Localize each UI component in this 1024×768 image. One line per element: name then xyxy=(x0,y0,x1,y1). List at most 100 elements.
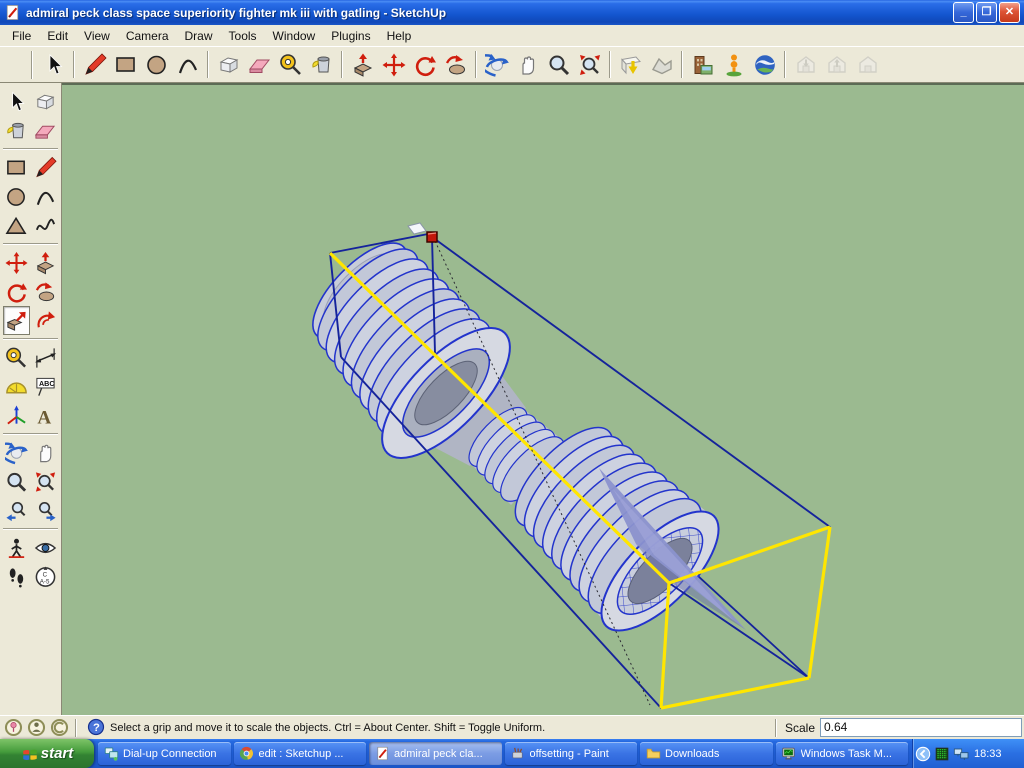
add-location-tool-button[interactable] xyxy=(616,50,645,79)
select-tool-button[interactable] xyxy=(39,50,68,79)
line-tool-button[interactable] xyxy=(32,153,59,182)
google-earth-tool-button[interactable] xyxy=(750,50,779,79)
menu-window[interactable]: Window xyxy=(265,27,324,45)
eraser-tool-button[interactable] xyxy=(245,50,274,79)
previous-view-tool-button[interactable] xyxy=(3,496,30,525)
protractor-tool-button[interactable] xyxy=(3,372,30,401)
taskbar-button-sketchup[interactable]: admiral peck cla... xyxy=(369,742,502,765)
menu-tools[interactable]: Tools xyxy=(221,27,265,45)
move-tool-button[interactable] xyxy=(3,248,30,277)
measurement-input[interactable]: 0.64 xyxy=(820,718,1022,737)
paint-icon xyxy=(510,746,526,762)
select-icon xyxy=(49,53,62,75)
rotate-tool-button[interactable] xyxy=(410,50,439,79)
rotate-icon xyxy=(7,282,27,303)
make-component-tool-button[interactable] xyxy=(214,50,243,79)
menu-file[interactable]: File xyxy=(4,27,39,45)
minimize-button[interactable]: _ xyxy=(953,2,974,23)
tray-chevron-icon[interactable] xyxy=(915,746,931,762)
section-plane-tool-button[interactable]: C A-5 xyxy=(32,562,59,591)
menu-draw[interactable]: Draw xyxy=(177,27,221,45)
zoom-extents-tool-button[interactable] xyxy=(575,50,604,79)
orbit-tool-button[interactable] xyxy=(3,438,30,467)
dimension-tool-button[interactable] xyxy=(32,343,59,372)
tape-measure-tool-button[interactable] xyxy=(3,343,30,372)
push-pull-icon xyxy=(353,53,372,77)
model-claim-icon[interactable] xyxy=(50,718,69,737)
paint-bucket-tool-button[interactable] xyxy=(307,50,336,79)
photo-textures-icon xyxy=(694,55,712,74)
next-view-tool-button[interactable] xyxy=(32,496,59,525)
zoom-tool-button[interactable] xyxy=(544,50,573,79)
follow-me-tool-button[interactable] xyxy=(441,50,470,79)
viewport-background[interactable] xyxy=(62,85,1024,715)
toggle-terrain-tool-button[interactable] xyxy=(647,50,676,79)
model-geolocation-icon[interactable] xyxy=(4,718,23,737)
circle-tool-button[interactable] xyxy=(3,182,30,211)
walk-tool-button[interactable] xyxy=(3,562,30,591)
pan-tool-button[interactable] xyxy=(32,438,59,467)
menu-plugins[interactable]: Plugins xyxy=(323,27,378,45)
orbit-tool-button[interactable] xyxy=(482,50,511,79)
make-component-icon xyxy=(36,94,54,110)
axes-tool-button[interactable] xyxy=(3,401,30,430)
taskbar-button-taskman[interactable]: Windows Task M... xyxy=(775,742,908,765)
taskbar-button-folder[interactable]: Downloads xyxy=(640,742,773,765)
zoom-tool-button[interactable] xyxy=(3,467,30,496)
taskbar-button-dialup[interactable]: Dial-up Connection xyxy=(98,742,231,765)
status-bar: ? Select a grip and move it to scale the… xyxy=(0,715,1024,739)
look-around-tool-button[interactable] xyxy=(32,533,59,562)
eraser-tool-button[interactable] xyxy=(32,116,59,145)
rectangle-tool-button[interactable] xyxy=(3,153,30,182)
arc-tool-button[interactable] xyxy=(32,182,59,211)
close-button[interactable]: ✕ xyxy=(999,2,1020,23)
photo-textures-tool-button[interactable] xyxy=(688,50,717,79)
active-scale-grip[interactable] xyxy=(426,231,438,243)
model-credits-icon[interactable] xyxy=(27,718,46,737)
windows-logo-icon xyxy=(22,749,37,760)
menu-edit[interactable]: Edit xyxy=(39,27,76,45)
taskbar-button-chrome[interactable]: edit : Sketchup ... xyxy=(233,742,366,765)
freehand-tool-button[interactable] xyxy=(32,211,59,240)
walk-icon xyxy=(9,567,23,587)
rectangle-tool-button[interactable] xyxy=(111,50,140,79)
push-pull-tool-button[interactable] xyxy=(348,50,377,79)
taskbar: start Dial-up Connection edit : Sketchup … xyxy=(0,739,1024,768)
restore-button[interactable]: ❐ xyxy=(976,2,997,23)
drawing-viewport[interactable] xyxy=(62,83,1024,715)
taskbar-button-paint[interactable]: offsetting - Paint xyxy=(504,742,637,765)
offset-tool-button[interactable] xyxy=(32,306,59,335)
rotate-tool-button[interactable] xyxy=(3,277,30,306)
tray-meter-icon[interactable] xyxy=(934,746,950,762)
menu-help[interactable]: Help xyxy=(379,27,420,45)
polygon-tool-button[interactable] xyxy=(3,211,30,240)
text-tool-button[interactable]: ABC xyxy=(32,372,59,401)
look-around-icon xyxy=(34,542,56,553)
make-component-tool-button[interactable] xyxy=(32,87,59,116)
select-tool-button[interactable] xyxy=(3,87,30,116)
taskman-icon xyxy=(781,746,797,762)
tray-network-icon[interactable] xyxy=(953,746,969,762)
arc-tool-button[interactable] xyxy=(173,50,202,79)
next-view-icon xyxy=(38,501,56,521)
move-tool-button[interactable] xyxy=(379,50,408,79)
question-mark-icon[interactable]: ? xyxy=(87,718,106,737)
tape-measure-tool-button[interactable] xyxy=(276,50,305,79)
follow-me-tool-button[interactable] xyxy=(32,277,59,306)
start-button[interactable]: start xyxy=(0,739,94,768)
line-tool-button[interactable] xyxy=(80,50,109,79)
push-pull-tool-button[interactable] xyxy=(32,248,59,277)
clock[interactable]: 18:33 xyxy=(974,748,1002,760)
paint-bucket-tool-button[interactable] xyxy=(3,116,30,145)
pan-tool-button[interactable] xyxy=(513,50,542,79)
zoom-extents-tool-button[interactable] xyxy=(32,467,59,496)
3d-text-tool-button[interactable]: A xyxy=(32,401,59,430)
position-camera-tool-button[interactable] xyxy=(3,533,30,562)
add-building-tool-button[interactable] xyxy=(719,50,748,79)
menu-view[interactable]: View xyxy=(76,27,118,45)
toolbar-separator xyxy=(681,51,683,78)
menu-camera[interactable]: Camera xyxy=(118,27,177,45)
status-message: Select a grip and move it to scale the o… xyxy=(110,721,546,734)
circle-tool-button[interactable] xyxy=(142,50,171,79)
scale-tool-button[interactable] xyxy=(2,306,30,335)
